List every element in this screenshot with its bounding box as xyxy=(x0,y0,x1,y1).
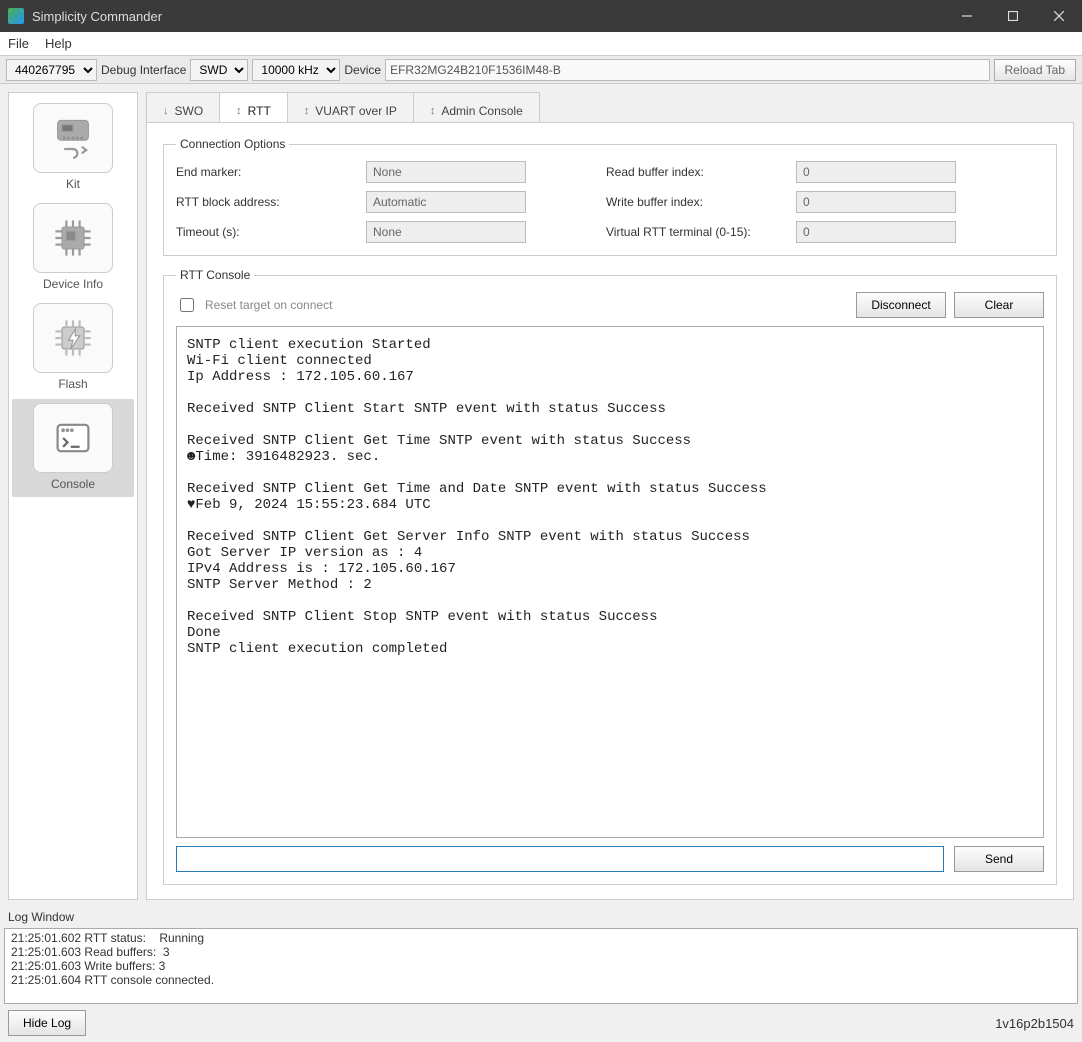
tab-rtt[interactable]: ↕RTT xyxy=(219,92,288,122)
toolbar: 440267795 Debug Interface SWD 10000 kHz … xyxy=(0,56,1082,84)
log-window[interactable]: 21:25:01.602 RTT status: Running 21:25:0… xyxy=(4,928,1078,1004)
sidebar-item-label: Device Info xyxy=(43,277,103,291)
console-icon xyxy=(33,403,113,473)
tab-panel-rtt: Connection Options End marker: Read buff… xyxy=(146,122,1074,900)
tab-swo[interactable]: ↓SWO xyxy=(146,92,220,122)
sidebar-item-label: Console xyxy=(51,477,95,491)
close-button[interactable] xyxy=(1036,0,1082,32)
sidebar-item-label: Kit xyxy=(66,177,80,191)
sidebar: Kit Device Info Flash Console xyxy=(8,92,138,900)
clear-button[interactable]: Clear xyxy=(954,292,1044,318)
write-buffer-label: Write buffer index: xyxy=(606,195,796,209)
device-label: Device xyxy=(344,63,381,77)
connection-options-legend: Connection Options xyxy=(176,137,289,151)
timeout-label: Timeout (s): xyxy=(176,225,366,239)
serial-select[interactable]: 440267795 xyxy=(6,59,97,81)
read-buffer-field[interactable] xyxy=(796,161,956,183)
version-label: 1v16p2b1504 xyxy=(995,1016,1074,1031)
reset-checkbox-input[interactable] xyxy=(180,298,194,312)
title-bar: Simplicity Commander xyxy=(0,0,1082,32)
arrow-updown-icon: ↕ xyxy=(430,105,436,117)
end-marker-field[interactable] xyxy=(366,161,526,183)
tab-bar: ↓SWO ↕RTT ↕VUART over IP ↕Admin Console xyxy=(146,92,1074,122)
rtt-send-input[interactable] xyxy=(176,846,944,872)
vterm-label: Virtual RTT terminal (0-15): xyxy=(606,225,796,239)
status-bar: Hide Log 1v16p2b1504 xyxy=(0,1004,1082,1042)
kit-icon xyxy=(33,103,113,173)
app-icon xyxy=(8,8,24,24)
end-marker-label: End marker: xyxy=(176,165,366,179)
reload-tab-button[interactable]: Reload Tab xyxy=(994,59,1077,81)
arrow-down-icon: ↓ xyxy=(163,105,169,117)
read-buffer-label: Read buffer index: xyxy=(606,165,796,179)
sidebar-item-device-info[interactable]: Device Info xyxy=(12,199,134,297)
sidebar-item-flash[interactable]: Flash xyxy=(12,299,134,397)
disconnect-button[interactable]: Disconnect xyxy=(856,292,946,318)
window-title: Simplicity Commander xyxy=(32,9,944,24)
flash-icon xyxy=(33,303,113,373)
sidebar-item-console[interactable]: Console xyxy=(12,399,134,497)
log-window-label: Log Window xyxy=(0,908,1082,928)
connection-options-group: Connection Options End marker: Read buff… xyxy=(163,137,1057,256)
maximize-button[interactable] xyxy=(990,0,1036,32)
write-buffer-field[interactable] xyxy=(796,191,956,213)
reset-on-connect-checkbox[interactable]: Reset target on connect xyxy=(176,295,332,315)
rtt-console-output[interactable]: SNTP client execution Started Wi-Fi clie… xyxy=(176,326,1044,838)
arrow-updown-icon: ↕ xyxy=(236,105,242,117)
menu-bar: File Help xyxy=(0,32,1082,56)
menu-file[interactable]: File xyxy=(8,36,29,51)
arrow-updown-icon: ↕ xyxy=(304,105,310,117)
tab-vuart[interactable]: ↕VUART over IP xyxy=(287,92,414,122)
menu-help[interactable]: Help xyxy=(45,36,72,51)
send-button[interactable]: Send xyxy=(954,846,1044,872)
sidebar-item-label: Flash xyxy=(58,377,87,391)
hide-log-button[interactable]: Hide Log xyxy=(8,1010,86,1036)
main-panel: ↓SWO ↕RTT ↕VUART over IP ↕Admin Console … xyxy=(146,92,1074,900)
device-field[interactable] xyxy=(385,59,989,81)
rtt-block-label: RTT block address: xyxy=(176,195,366,209)
timeout-field[interactable] xyxy=(366,221,526,243)
chip-icon xyxy=(33,203,113,273)
debug-interface-label: Debug Interface xyxy=(101,63,186,77)
frequency-select[interactable]: 10000 kHz xyxy=(252,59,340,81)
tab-admin[interactable]: ↕Admin Console xyxy=(413,92,540,122)
debug-interface-select[interactable]: SWD xyxy=(190,59,248,81)
sidebar-item-kit[interactable]: Kit xyxy=(12,99,134,197)
rtt-block-field[interactable] xyxy=(366,191,526,213)
minimize-button[interactable] xyxy=(944,0,990,32)
rtt-console-legend: RTT Console xyxy=(176,268,254,282)
rtt-console-group: RTT Console Reset target on connect Disc… xyxy=(163,268,1057,885)
vterm-field[interactable] xyxy=(796,221,956,243)
